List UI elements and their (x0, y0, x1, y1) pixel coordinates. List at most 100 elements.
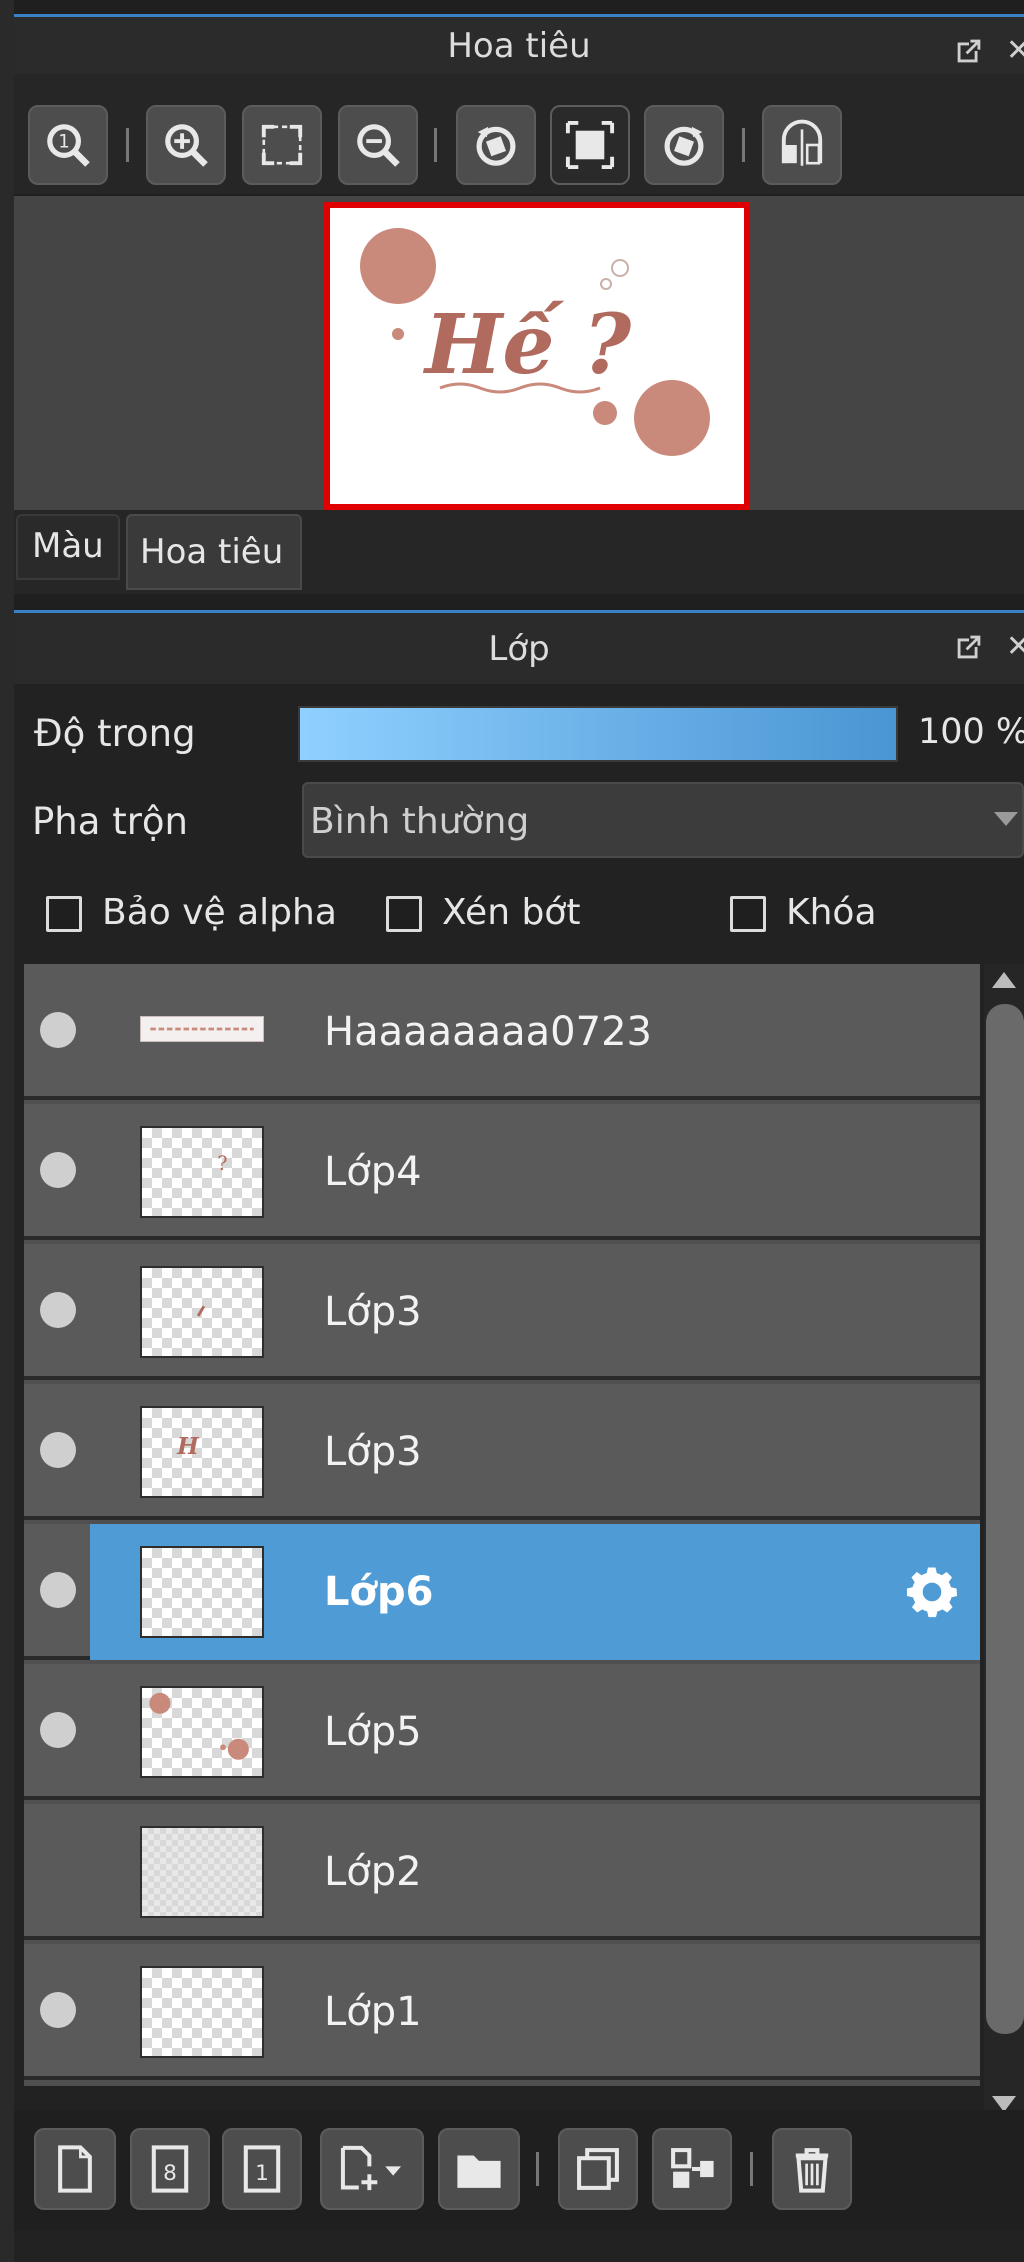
navigator-preview-frame[interactable]: Hế ? (324, 202, 750, 510)
opacity-slider-fill (300, 708, 896, 760)
fit-window-button[interactable] (242, 105, 322, 185)
layer-row[interactable]: Haaaaaaaa0723 (24, 964, 980, 1100)
blend-mode-select[interactable]: Bình thường (302, 782, 1024, 858)
visibility-toggle[interactable] (40, 1292, 76, 1328)
folder-icon (457, 2155, 501, 2188)
zoom-in-button[interactable] (146, 105, 226, 185)
delete-layer-icon (795, 2148, 829, 2193)
layer-thumbnail (140, 1966, 264, 2058)
artwork-thumbnail: Hế ? (360, 228, 710, 456)
clipping-label: Xén bớt (442, 892, 581, 933)
layer-settings-gear-icon[interactable] (900, 1560, 964, 1624)
visibility-toggle-off[interactable] (40, 1852, 76, 1888)
layer-thumbnail: H (140, 1406, 264, 1498)
svg-text:1: 1 (255, 2161, 269, 2186)
new-layer-icon (58, 2145, 92, 2193)
toolbar-separator (434, 128, 437, 162)
layer-list-scrollbar[interactable] (984, 964, 1024, 2124)
zoom-actual-button[interactable]: 1 (28, 105, 108, 185)
layer-name: Lớp3 (324, 1289, 422, 1335)
svg-text:8: 8 (163, 2161, 177, 2186)
toolbar-separator (750, 2152, 753, 2186)
navigator-close-icon[interactable]: ✕ (1006, 34, 1024, 68)
layer-row-selected[interactable]: Lớp6 (24, 1524, 980, 1660)
zoom-out-icon (357, 124, 400, 167)
new-8bit-layer-button[interactable]: 8 (130, 2128, 210, 2210)
opacity-slider[interactable] (298, 706, 898, 762)
layer-row[interactable]: ? Lớp4 (24, 1104, 980, 1240)
decor-circle (360, 228, 436, 304)
visibility-toggle[interactable] (40, 1152, 76, 1188)
layer-row[interactable]: Lớp2 (24, 1804, 980, 1940)
visibility-toggle[interactable] (40, 1712, 76, 1748)
layer-name: Lớp5 (324, 1709, 422, 1755)
layer-thumbnail (140, 1266, 264, 1358)
decor-ring (611, 259, 629, 277)
fit-canvas-icon (565, 120, 615, 170)
zoom-out-button[interactable] (338, 105, 418, 185)
delete-layer-button[interactable] (772, 2128, 852, 2210)
scroll-up-arrow-icon[interactable] (992, 972, 1016, 988)
decor-dot (392, 328, 404, 340)
svg-text:?: ? (217, 1152, 227, 1175)
layer-thumbnail: ? (140, 1126, 264, 1218)
scrollbar-thumb[interactable] (986, 1004, 1024, 2034)
tab-color-label: Màu (32, 526, 104, 566)
blend-label: Pha trộn (32, 800, 189, 843)
tab-color[interactable]: Màu (16, 514, 120, 580)
add-layer-menu-button[interactable] (320, 2128, 424, 2210)
left-edge-strip (0, 0, 14, 2262)
tab-navigator-label: Hoa tiêu (140, 532, 284, 572)
visibility-toggle[interactable] (40, 1432, 76, 1468)
layer-name: Haaaaaaaa0723 (324, 1009, 652, 1055)
merge-down-icon (671, 2148, 714, 2188)
text-strip-thumbnail (150, 1027, 254, 1031)
new-1bit-layer-button[interactable]: 1 (222, 2128, 302, 2210)
layer-name: Lớp6 (324, 1569, 434, 1615)
new-1bit-layer-icon: 1 (243, 2145, 281, 2193)
fit-window-icon (261, 124, 303, 166)
navigator-panel-title: Hoa tiêu (14, 14, 1024, 74)
new-layer-button[interactable] (34, 2128, 116, 2210)
add-layer-menu-icon (340, 2145, 402, 2191)
layer-row[interactable]: Lớp5 (24, 1664, 980, 1800)
layer-thumbnail (140, 1826, 264, 1918)
rotate-right-icon (664, 126, 704, 166)
fit-canvas-button[interactable] (550, 105, 630, 185)
layer-thumbnail (140, 1546, 264, 1638)
layers-popout-icon[interactable] (952, 630, 986, 664)
toolbar-separator (742, 128, 745, 162)
chevron-down-icon (994, 812, 1018, 826)
flip-horizontal-button[interactable] (762, 105, 842, 185)
layer-row[interactable]: Lớp1 (24, 1944, 980, 2080)
svg-text:1: 1 (58, 132, 70, 153)
rotate-right-button[interactable] (644, 105, 724, 185)
visibility-toggle[interactable] (40, 1992, 76, 2028)
navigator-popout-icon[interactable] (952, 34, 986, 68)
protect-alpha-checkbox[interactable] (46, 896, 82, 932)
layer-thumbnail (140, 1016, 264, 1042)
layer-row[interactable]: H Lớp3 (24, 1384, 980, 1520)
duplicate-layer-icon (577, 2148, 619, 2190)
new-folder-button[interactable] (438, 2128, 520, 2210)
rotate-left-icon (476, 126, 516, 166)
decor-ring (600, 278, 612, 290)
artwork-text: Hế ? (423, 297, 632, 393)
clipping-checkbox[interactable] (386, 896, 422, 932)
merge-down-button[interactable] (652, 2128, 732, 2210)
toolbar-separator (126, 128, 129, 162)
layer-row[interactable]: Lớp3 (24, 1244, 980, 1380)
layer-name: Lớp1 (324, 1989, 422, 2035)
tab-navigator[interactable]: Hoa tiêu (126, 514, 302, 590)
layers-close-icon[interactable]: ✕ (1006, 630, 1024, 664)
protect-alpha-label: Bảo vệ alpha (102, 892, 337, 933)
lock-checkbox[interactable] (730, 896, 766, 932)
new-8bit-layer-icon: 8 (151, 2145, 189, 2193)
layers-panel-title: Lớp (14, 610, 1024, 684)
visibility-toggle[interactable] (40, 1012, 76, 1048)
rotate-left-button[interactable] (456, 105, 536, 185)
duplicate-layer-button[interactable] (558, 2128, 638, 2210)
visibility-toggle[interactable] (40, 1572, 76, 1608)
decor-circle (634, 380, 710, 456)
svg-text:H: H (176, 1433, 200, 1460)
